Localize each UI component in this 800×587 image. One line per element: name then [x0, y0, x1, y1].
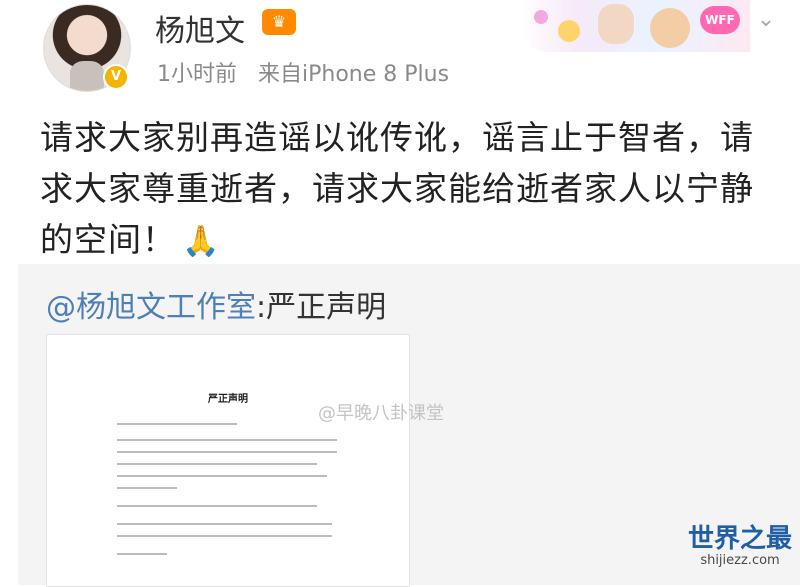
image-watermark: @早晚八卦课堂 — [318, 403, 444, 424]
repost-header: @杨旭文工作室:严正声明 — [46, 282, 386, 326]
site-logo-url: shijiezz.com — [700, 553, 780, 568]
post-source: 来自iPhone 8 Plus — [258, 62, 450, 87]
site-logo: 世界之最 shijiezz.com — [688, 525, 792, 568]
repost-mention-link[interactable]: @杨旭文工作室 — [46, 290, 256, 325]
praying-hands-icon: 🙏 — [182, 224, 221, 259]
post-text: 请求大家别再造谣以讹传讹，谣言止于智者，请求大家尊重逝者，请求大家能给逝者家人以… — [40, 112, 775, 267]
profile-banner: WFF — [520, 0, 750, 52]
verified-badge-icon: V — [103, 64, 129, 90]
post-meta: 1小时前 来自iPhone 8 Plus — [157, 56, 449, 88]
post-time: 1小时前 — [157, 62, 237, 87]
post-body: 请求大家别再造谣以讹传讹，谣言止于智者，请求大家尊重逝者，请求大家能给逝者家人以… — [40, 118, 754, 259]
repost-title: :严正声明 — [256, 290, 387, 325]
banner-badge: WFF — [700, 6, 740, 34]
post-header: V 杨旭文 ♛ 1小时前 来自iPhone 8 Plus WFF ⌄ — [0, 0, 800, 95]
repost-card[interactable]: @杨旭文工作室:严正声明 严正声明 @早晚八卦课堂 — [18, 264, 800, 587]
username[interactable]: 杨旭文 — [155, 6, 245, 50]
member-crown-icon[interactable]: ♛ — [262, 9, 296, 35]
site-logo-name: 世界之最 — [688, 524, 793, 554]
statement-image[interactable]: 严正声明 — [46, 334, 410, 587]
chevron-down-icon[interactable]: ⌄ — [754, 8, 778, 32]
